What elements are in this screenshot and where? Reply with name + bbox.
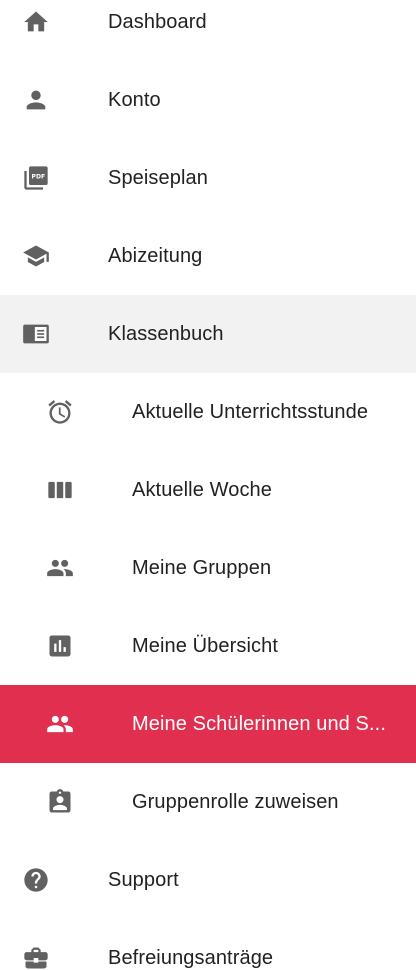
nav-item-gruppenrolle-zuweisen[interactable]: Gruppenrolle zuweisen — [0, 763, 416, 841]
nav-item-support[interactable]: Support — [0, 841, 416, 919]
nav-item-dashboard[interactable]: Dashboard — [0, 0, 416, 61]
nav-item-label: Klassenbuch — [108, 322, 224, 345]
nav-item-klassenbuch[interactable]: Klassenbuch — [0, 295, 416, 373]
person-icon — [18, 82, 54, 118]
nav-item-befreiungsantraege[interactable]: Befreiungsanträge — [0, 919, 416, 970]
nav-item-label: Meine Gruppen — [132, 556, 272, 579]
nav-item-label: Befreiungsanträge — [108, 946, 274, 969]
nav-item-label: Aktuelle Unterrichtsstunde — [132, 400, 369, 423]
badge-icon — [42, 784, 78, 820]
svg-text:PDF: PDF — [32, 173, 46, 180]
people-icon — [42, 706, 78, 742]
nav-item-label: Meine Schülerinnen und S... — [132, 712, 386, 735]
week-columns-icon — [42, 472, 78, 508]
bar-chart-icon — [42, 628, 78, 664]
nav-item-speiseplan[interactable]: PDF Speiseplan — [0, 139, 416, 217]
nav-item-konto[interactable]: Konto — [0, 61, 416, 139]
sidebar-navigation: Dashboard Konto PDF Speiseplan Abizeitun… — [0, 0, 416, 969]
nav-item-label: Aktuelle Woche — [132, 478, 272, 501]
alarm-clock-icon — [42, 394, 78, 430]
nav-item-label: Meine Übersicht — [132, 634, 279, 657]
people-icon — [42, 550, 78, 586]
graduation-cap-icon — [18, 238, 54, 274]
book-icon — [18, 316, 54, 352]
nav-item-abizeitung[interactable]: Abizeitung — [0, 217, 416, 295]
nav-item-label: Dashboard — [108, 10, 207, 33]
nav-item-label: Support — [108, 868, 179, 891]
help-circle-icon — [18, 862, 54, 898]
nav-item-meine-schuelerinnen[interactable]: Meine Schülerinnen und S... — [0, 685, 416, 763]
nav-item-label: Konto — [108, 88, 161, 111]
nav-item-meine-uebersicht[interactable]: Meine Übersicht — [0, 607, 416, 685]
nav-item-aktuelle-unterrichtsstunde[interactable]: Aktuelle Unterrichtsstunde — [0, 373, 416, 451]
nav-item-label: Speiseplan — [108, 166, 208, 189]
nav-item-aktuelle-woche[interactable]: Aktuelle Woche — [0, 451, 416, 529]
nav-item-meine-gruppen[interactable]: Meine Gruppen — [0, 529, 416, 607]
home-icon — [18, 4, 54, 40]
briefcase-icon — [18, 940, 54, 970]
pdf-icon: PDF — [18, 160, 54, 196]
nav-item-label: Abizeitung — [108, 244, 203, 267]
nav-item-label: Gruppenrolle zuweisen — [132, 790, 339, 813]
